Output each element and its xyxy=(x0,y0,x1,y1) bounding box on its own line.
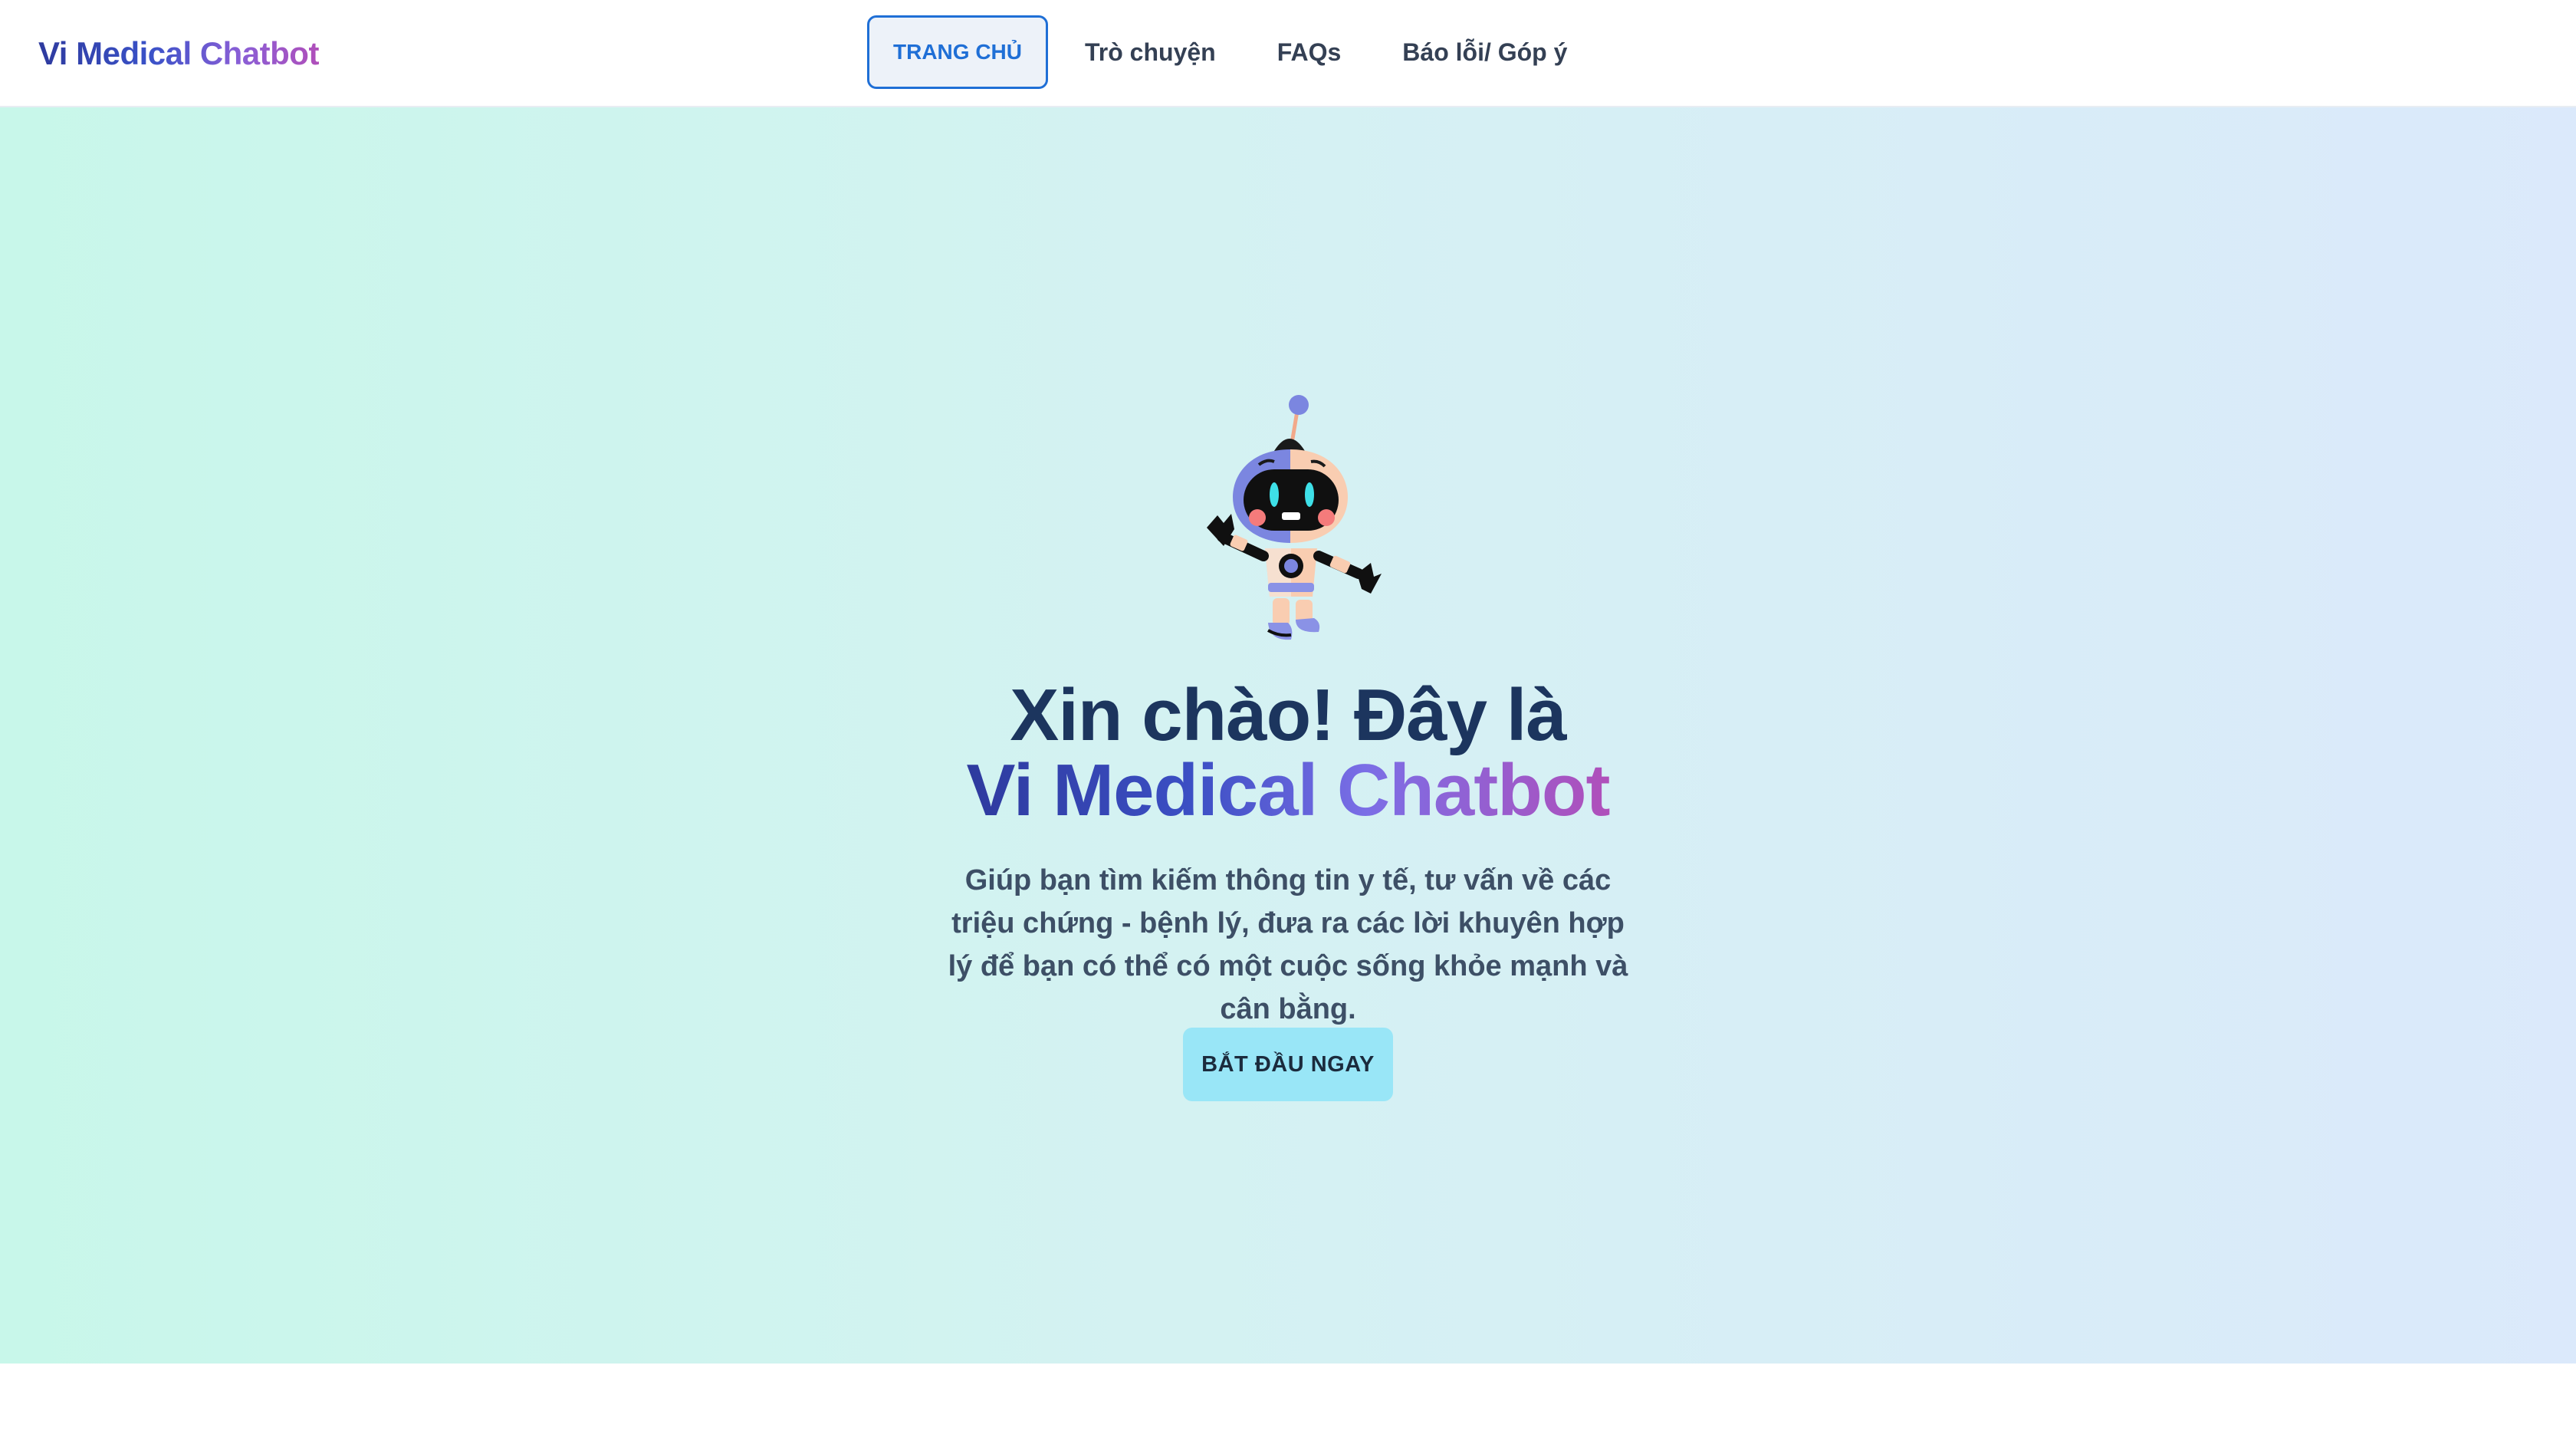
headline-greeting: Xin chào! Đây là xyxy=(1010,674,1567,756)
headline-brand: Vi Medical Chatbot xyxy=(0,754,2576,827)
top-navbar: Vi Medical Chatbot TRANG CHỦ Trò chuyện … xyxy=(0,0,2576,107)
nav-home[interactable]: TRANG CHỦ xyxy=(867,15,1048,89)
nav-feedback[interactable]: Báo lỗi/ Góp ý xyxy=(1402,15,1567,89)
start-now-button[interactable]: BẮT ĐẦU NGAY xyxy=(1183,1028,1393,1101)
brand-logo[interactable]: Vi Medical Chatbot xyxy=(38,31,319,77)
main-nav: TRANG CHỦ Trò chuyện FAQs Báo lỗi/ Góp ý xyxy=(867,15,1567,89)
hero-subtitle: Giúp bạn tìm kiếm thông tin y tế, tư vấn… xyxy=(948,864,1628,1025)
robot-mascot-icon xyxy=(1207,395,1382,640)
nav-faqs[interactable]: FAQs xyxy=(1277,15,1342,89)
hero-section: Xin chào! Đây là Vi Medical Chatbot Giúp… xyxy=(0,107,2576,1364)
headline-brand-text: Vi Medical Chatbot xyxy=(966,749,1610,831)
nav-chat[interactable]: Trò chuyện xyxy=(1085,15,1216,89)
